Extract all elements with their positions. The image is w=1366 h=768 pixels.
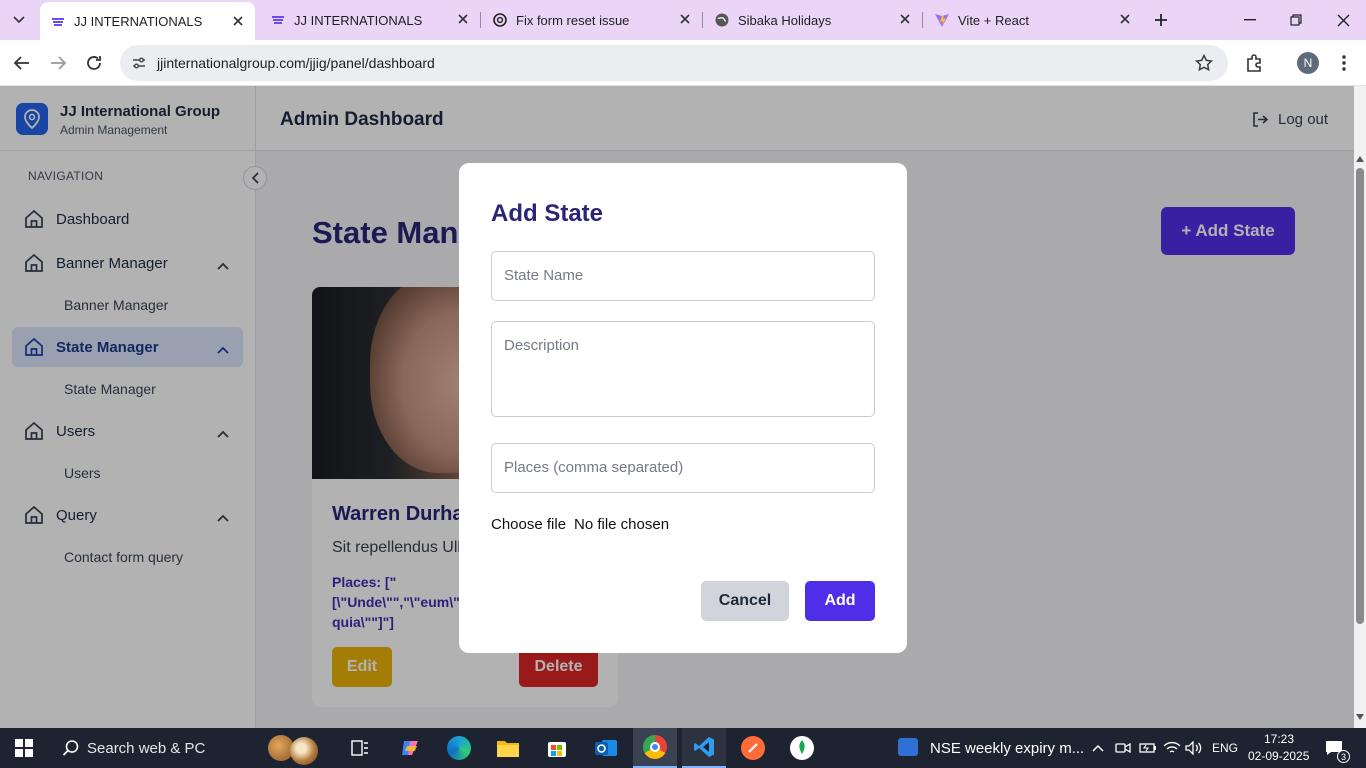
vite-favicon-icon [934,12,950,31]
new-tab-icon[interactable] [1150,9,1172,31]
minimize-icon[interactable] [1238,10,1262,30]
back-icon[interactable] [10,51,34,75]
profile-avatar[interactable]: N [1297,52,1319,74]
add-button[interactable]: Add [805,581,875,621]
places-input[interactable]: Places (comma separated) [491,443,875,493]
cancel-button[interactable]: Cancel [701,581,789,621]
close-tab-icon[interactable] [231,14,245,28]
browser-tab[interactable]: JJ INTERNATIONALS [40,2,255,40]
add-state-modal: Add State State Name Description Places … [459,163,907,653]
restore-icon[interactable] [1284,10,1308,30]
bookmark-star-icon[interactable] [1194,53,1214,73]
tab-separator [922,12,923,28]
openai-favicon-icon [492,12,508,31]
chrome-icon[interactable] [633,728,677,768]
taskbar-search[interactable]: Search web & PC [48,728,328,768]
language-indicator[interactable]: ENG [1212,741,1238,755]
microsoft-store-icon[interactable] [535,728,579,768]
scroll-down-arrow[interactable] [1356,714,1364,720]
modal-title: Add State [491,200,604,227]
browser-toolbar: jjinternationalgroup.com/jjig/panel/dash… [0,40,1366,86]
close-window-icon[interactable] [1331,10,1355,30]
site-info-icon[interactable] [130,54,148,72]
tab-separator [702,12,703,28]
windows-logo-icon [15,739,33,757]
postman-icon[interactable] [731,728,775,768]
close-tab-icon[interactable] [678,12,692,26]
search-icon [62,739,80,757]
browser-tab[interactable]: Fix form reset issue [482,0,702,40]
meet-now-icon[interactable] [1114,740,1132,756]
scroll-up-arrow[interactable] [1356,156,1364,162]
news-widget[interactable]: NSE weekly expiry m... [896,728,1084,768]
tab-favicon-icon [50,14,66,33]
extensions-icon[interactable] [1242,51,1266,75]
tab-search-icon[interactable] [8,9,30,31]
notification-count-badge: 3 [1337,750,1350,763]
file-explorer-icon[interactable] [486,728,530,768]
mongodb-compass-icon[interactable] [780,728,824,768]
close-tab-icon[interactable] [1118,12,1132,26]
globe-favicon-icon [714,12,730,31]
battery-icon[interactable] [1138,740,1158,756]
edge-icon[interactable] [437,728,481,768]
scroll-thumb[interactable] [1356,168,1364,624]
description-textarea[interactable]: Description [491,321,875,417]
tray-chevron-up-icon[interactable] [1090,740,1106,756]
wifi-icon[interactable] [1162,740,1182,756]
copilot-icon[interactable] [388,728,432,768]
page-scrollbar[interactable] [1354,86,1366,728]
address-bar[interactable]: jjinternationalgroup.com/jjig/panel/dash… [120,45,1228,81]
clock-date[interactable]: 02-09-2025 [1248,749,1309,763]
choose-file-button[interactable]: Choose file [491,516,566,533]
tab-favicon-icon [270,12,286,31]
forward-icon[interactable] [46,51,70,75]
url-text: jjinternationalgroup.com/jjig/panel/dash… [157,55,435,71]
reload-icon[interactable] [82,51,106,75]
browser-tab-strip: JJ INTERNATIONALS JJ INTERNATIONALS Fix … [0,0,1366,40]
vscode-icon[interactable] [682,728,726,768]
close-tab-icon[interactable] [456,12,470,26]
task-view-icon[interactable] [338,728,382,768]
browser-tab[interactable]: JJ INTERNATIONALS [260,0,480,40]
coconut-icon [290,737,318,765]
browser-tab[interactable]: Sibaka Holidays [704,0,922,40]
windows-taskbar: Search web & PC NSE weekly expiry m... E… [0,728,1366,768]
tab-separator [480,12,481,28]
clock-time[interactable]: 17:23 [1264,732,1294,746]
state-name-input[interactable]: State Name [491,251,875,301]
browser-menu-icon[interactable] [1333,51,1355,75]
volume-icon[interactable] [1184,740,1204,756]
stock-chart-icon [898,738,918,756]
outlook-icon[interactable] [584,728,628,768]
file-status-text: No file chosen [574,516,670,533]
close-tab-icon[interactable] [898,12,912,26]
browser-tab[interactable]: Vite + React [924,0,1142,40]
start-button[interactable] [2,728,46,768]
